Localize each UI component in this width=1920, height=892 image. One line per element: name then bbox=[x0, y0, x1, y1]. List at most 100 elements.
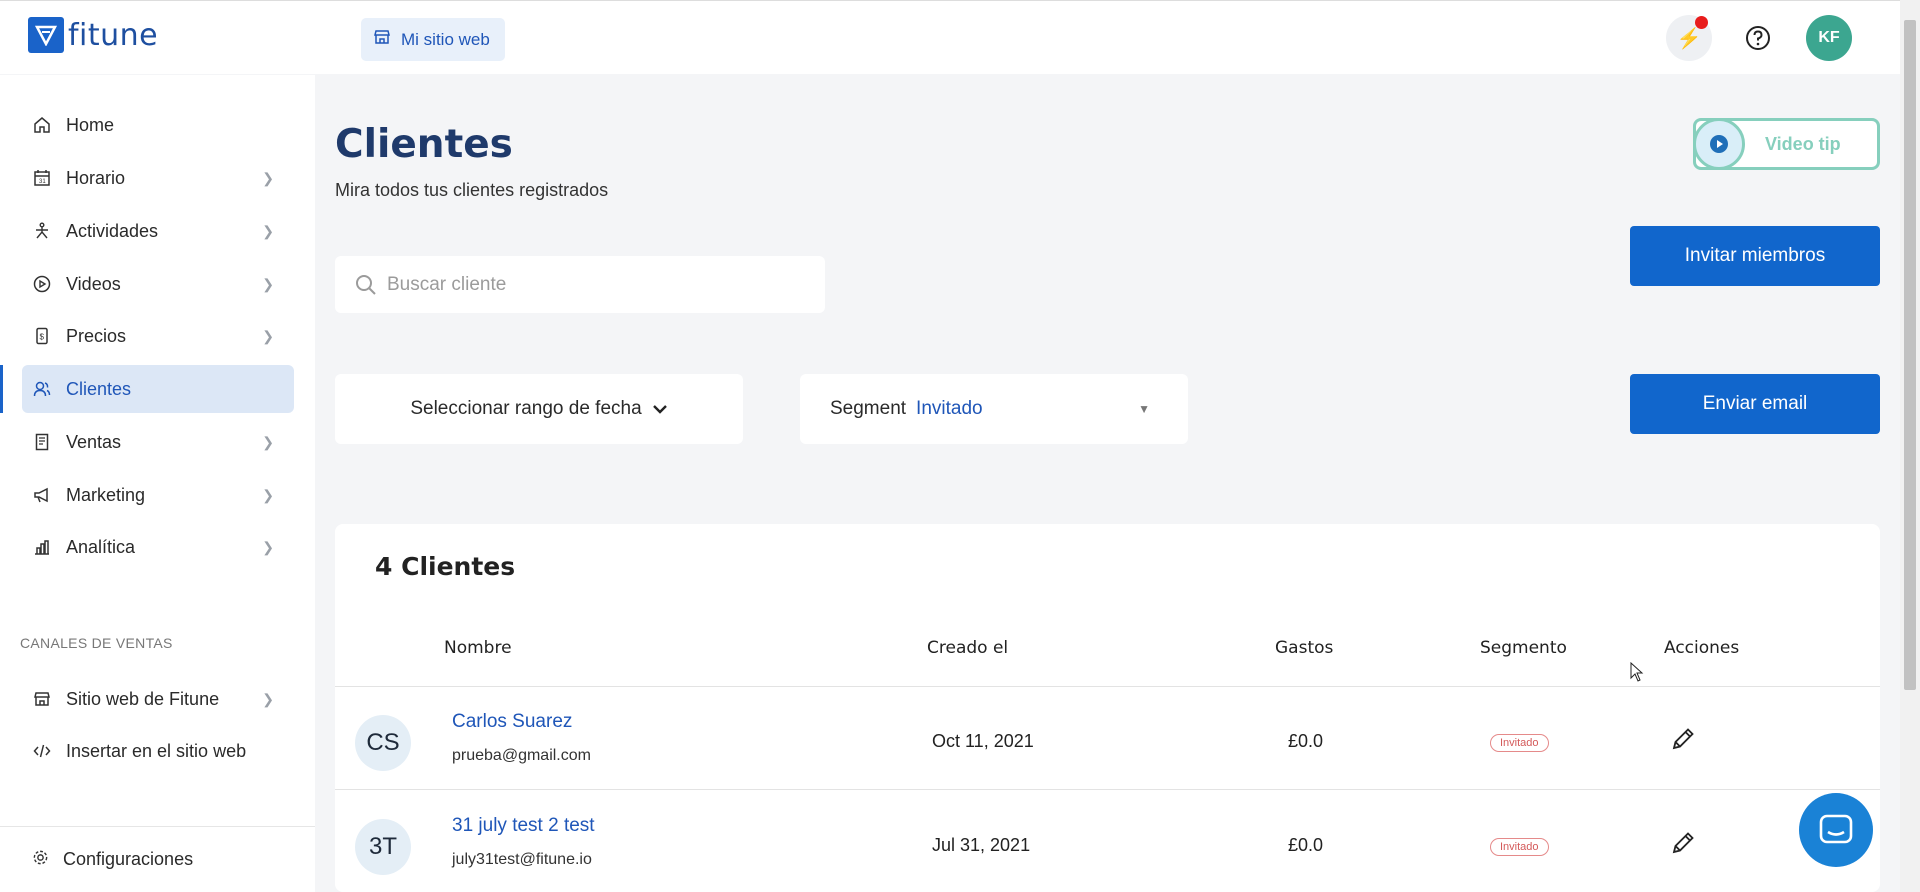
chat-launcher-button[interactable] bbox=[1799, 793, 1873, 867]
sidebar-item-horario[interactable]: 31 Horario ❯ bbox=[22, 154, 294, 202]
sidebar-item-precios[interactable]: $ Precios ❯ bbox=[22, 312, 294, 360]
sidebar-item-label: Sitio web de Fitune bbox=[66, 688, 220, 709]
chevron-right-icon: ❯ bbox=[262, 690, 274, 707]
page-subtitle: Mira todos tus clientes registrados bbox=[335, 180, 609, 200]
sidebar-item-label: Analítica bbox=[66, 536, 136, 557]
date-range-label: Seleccionar rango de fecha bbox=[410, 398, 642, 419]
chevron-right-icon: ❯ bbox=[262, 275, 274, 292]
logo-text: fitune bbox=[68, 17, 159, 53]
client-created: Oct 11, 2021 bbox=[932, 731, 1034, 751]
column-header-segment: Segmento bbox=[1480, 638, 1567, 658]
scrollbar-thumb[interactable] bbox=[1904, 20, 1916, 690]
sidebar-item-home[interactable]: Home bbox=[22, 101, 294, 149]
help-button[interactable] bbox=[1735, 15, 1781, 61]
store-icon bbox=[373, 28, 391, 51]
edit-button[interactable] bbox=[1669, 725, 1697, 758]
logo-mark-icon bbox=[28, 17, 64, 53]
segment-badge: Invitado bbox=[1490, 734, 1549, 752]
user-avatar[interactable]: KF bbox=[1806, 15, 1852, 61]
code-icon bbox=[32, 741, 52, 761]
dropdown-arrow-icon: ▼ bbox=[1138, 402, 1150, 416]
search-input[interactable]: Buscar cliente bbox=[335, 256, 825, 313]
client-name-link[interactable]: Carlos Suarez bbox=[452, 711, 572, 733]
video-tip-label: Video tip bbox=[1765, 133, 1841, 154]
sidebar-item-label: Videos bbox=[66, 273, 121, 294]
table-row[interactable]: 3T 31 july test 2 test july31test@fitune… bbox=[335, 791, 1880, 892]
sidebar-item-analitica[interactable]: Analítica ❯ bbox=[22, 523, 294, 571]
sidebar-item-ventas[interactable]: Ventas ❯ bbox=[22, 418, 294, 466]
question-icon bbox=[1746, 26, 1770, 50]
home-icon bbox=[32, 115, 52, 135]
top-bar: fitune Mi sitio web ⚡ KF bbox=[0, 0, 1900, 74]
sidebar-item-label: Clientes bbox=[66, 378, 132, 399]
sidebar-item-label: Precios bbox=[66, 325, 127, 346]
sidebar-item-label: Home bbox=[66, 114, 115, 135]
sidebar-item-label: Ventas bbox=[66, 431, 122, 452]
column-header-spend: Gastos bbox=[1275, 638, 1334, 658]
client-avatar: CS bbox=[355, 715, 411, 771]
date-range-picker[interactable]: Seleccionar rango de fecha bbox=[335, 374, 743, 444]
pencil-icon bbox=[1672, 728, 1694, 750]
sidebar-item-marketing[interactable]: Marketing ❯ bbox=[22, 471, 294, 519]
segment-label: Segment bbox=[830, 398, 907, 419]
search-icon bbox=[356, 274, 376, 295]
sidebar-item-label: Marketing bbox=[66, 484, 146, 505]
sidebar-item-videos[interactable]: Videos ❯ bbox=[22, 260, 294, 308]
column-header-created: Creado el bbox=[927, 638, 1009, 658]
fitune-logo[interactable]: fitune bbox=[28, 17, 158, 53]
video-tip-button[interactable]: Video tip bbox=[1693, 118, 1880, 170]
receipt-icon bbox=[32, 432, 52, 452]
calendar-icon: 31 bbox=[32, 168, 52, 188]
sidebar-item-label: Horario bbox=[66, 167, 126, 188]
store-icon bbox=[32, 689, 52, 709]
sidebar-item-clientes[interactable]: Clientes bbox=[0, 365, 294, 413]
clients-count: 4 Clientes bbox=[375, 552, 516, 581]
sidebar: Home 31 Horario ❯ Actividades ❯ Videos ❯… bbox=[0, 75, 315, 892]
page-scrollbar[interactable] bbox=[1900, 0, 1920, 892]
sales-channels-title: CANALES DE VENTAS bbox=[20, 635, 173, 651]
chevron-right-icon: ❯ bbox=[262, 486, 274, 503]
price-icon: $ bbox=[32, 326, 52, 346]
client-spend: £0.0 bbox=[1288, 835, 1324, 855]
notification-dot bbox=[1695, 16, 1708, 29]
chat-icon bbox=[1819, 814, 1853, 844]
segment-badge: Invitado bbox=[1490, 838, 1549, 856]
play-icon bbox=[1693, 118, 1745, 170]
pencil-icon bbox=[1672, 832, 1694, 854]
sidebar-item-fitune-website[interactable]: Sitio web de Fitune ❯ bbox=[22, 675, 294, 723]
my-website-label: Mi sitio web bbox=[401, 29, 490, 49]
sidebar-item-embed[interactable]: Insertar en el sitio web bbox=[22, 727, 294, 775]
sidebar-item-label: Actividades bbox=[66, 220, 159, 241]
clients-table-card: 4 Clientes Nombre Creado el Gastos Segme… bbox=[335, 524, 1880, 892]
lightning-icon: ⚡ bbox=[1676, 27, 1702, 50]
edit-button[interactable] bbox=[1669, 829, 1697, 862]
send-email-button[interactable]: Enviar email bbox=[1630, 374, 1880, 434]
client-name-link[interactable]: 31 july test 2 test bbox=[452, 815, 595, 837]
column-header-name: Nombre bbox=[444, 638, 512, 658]
gear-icon bbox=[32, 849, 49, 871]
activity-icon bbox=[32, 221, 52, 241]
sidebar-item-actividades[interactable]: Actividades ❯ bbox=[22, 207, 294, 255]
invite-members-button[interactable]: Invitar miembros bbox=[1630, 226, 1880, 286]
flash-button[interactable]: ⚡ bbox=[1666, 15, 1712, 61]
segment-value: Invitado bbox=[916, 398, 983, 419]
svg-text:$: $ bbox=[40, 333, 45, 342]
mouse-cursor-icon bbox=[1630, 661, 1644, 687]
search-placeholder: Buscar cliente bbox=[387, 273, 507, 295]
sidebar-item-config[interactable]: Configuraciones bbox=[0, 826, 315, 892]
table-row[interactable]: CS Carlos Suarez prueba@gmail.com Oct 11… bbox=[335, 687, 1880, 790]
client-created: Jul 31, 2021 bbox=[932, 835, 1031, 855]
chevron-right-icon: ❯ bbox=[262, 169, 274, 186]
users-icon bbox=[32, 379, 52, 399]
chevron-right-icon: ❯ bbox=[262, 327, 274, 344]
config-label: Configuraciones bbox=[63, 849, 194, 869]
svg-text:31: 31 bbox=[39, 179, 46, 185]
sidebar-item-label: Insertar en el sitio web bbox=[66, 740, 247, 761]
client-email: prueba@gmail.com bbox=[452, 747, 591, 764]
megaphone-icon bbox=[32, 485, 52, 505]
chevron-right-icon: ❯ bbox=[262, 222, 274, 239]
segment-select[interactable]: Segment Invitado ▼ bbox=[800, 374, 1188, 444]
chevron-right-icon: ❯ bbox=[262, 433, 274, 450]
my-website-button[interactable]: Mi sitio web bbox=[361, 18, 505, 61]
chart-icon bbox=[32, 537, 52, 557]
